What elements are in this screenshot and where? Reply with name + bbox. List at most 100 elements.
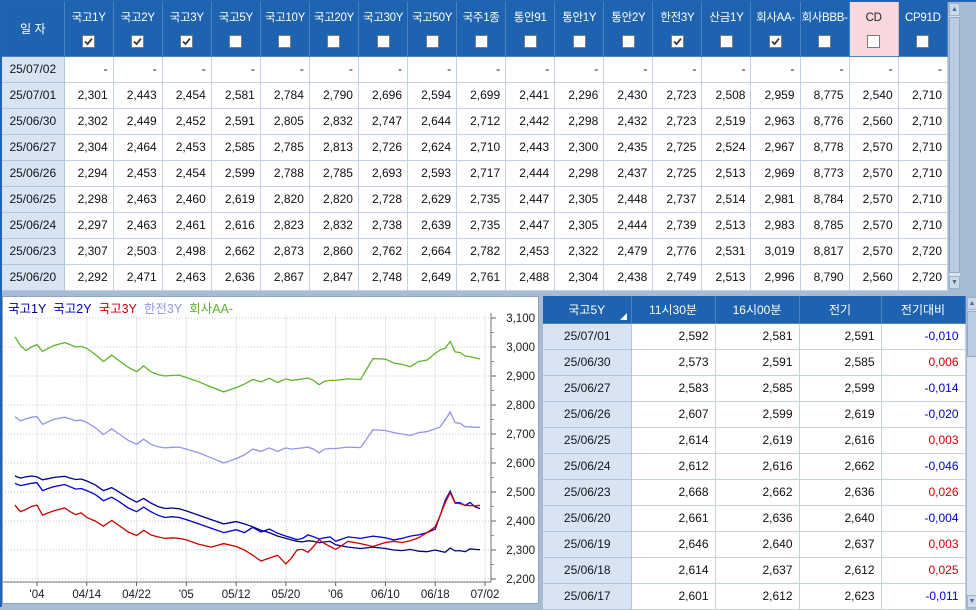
series-checkbox[interactable] — [818, 35, 831, 48]
rate-cell: 2,448 — [604, 186, 653, 212]
detail-column-header-4[interactable]: 전기 — [799, 296, 881, 323]
rate-cell: 2,447 — [506, 212, 555, 238]
rate-cell: - — [849, 56, 898, 82]
date-cell: 25/06/26 — [2, 160, 64, 186]
rate-cell: 2,453 — [162, 134, 211, 160]
detail-column-header-3[interactable]: 16시00분 — [715, 296, 799, 323]
series-checkbox[interactable] — [229, 35, 242, 48]
rate-cell: 2,570 — [849, 238, 898, 264]
rates-line-chart[interactable]: 3,1003,0002,9002,8002,7002,6002,5002,400… — [3, 313, 538, 603]
column-label: 국고5Y — [212, 4, 260, 30]
date-cell: 25/06/25 — [2, 186, 64, 212]
series-checkbox[interactable] — [524, 35, 537, 48]
detail-column-header-1[interactable]: 국고5Y — [543, 296, 631, 323]
rate-cell: 2,453 — [506, 238, 555, 264]
series-checkbox[interactable] — [573, 35, 586, 48]
date-cell: 25/06/19 — [543, 531, 631, 557]
table-row[interactable]: 25/06/172,6012,6122,623-0,011 — [543, 583, 965, 609]
rate-cell: 2,996 — [751, 264, 800, 290]
vertical-scrollbar[interactable]: ▲ ▼ — [948, 2, 961, 290]
rate-cell: 2,710 — [898, 160, 947, 186]
table-row[interactable]: 25/06/262,2942,4532,4542,5992,7882,7852,… — [2, 160, 948, 186]
rate-cell: 2,479 — [604, 238, 653, 264]
table-row[interactable]: 25/06/202,6612,6362,640-0,004 — [543, 505, 965, 531]
table-row[interactable]: 25/06/302,5732,5912,5850,006 — [543, 349, 965, 375]
table-row[interactable]: 25/06/252,6142,6192,6160,003 — [543, 427, 965, 453]
series-checkbox[interactable] — [475, 35, 488, 48]
rate-cell: 2,454 — [162, 82, 211, 108]
table-row[interactable]: 25/06/232,3072,5032,4982,6622,8732,8602,… — [2, 238, 948, 264]
table-row[interactable]: 25/06/182,6142,6372,6120,025 — [543, 557, 965, 583]
rate-cell: 2,307 — [64, 238, 113, 264]
table-row[interactable]: 25/06/262,6072,5992,619-0,020 — [543, 401, 965, 427]
rate-cell: 2,300 — [555, 134, 604, 160]
rate-1130-cell: 2,592 — [631, 323, 715, 349]
rate-cell: 2,488 — [506, 264, 555, 290]
rate-cell: - — [653, 56, 702, 82]
rate-cell: 8,790 — [800, 264, 849, 290]
series-checkbox[interactable] — [720, 35, 733, 48]
series-checkbox[interactable] — [180, 35, 193, 48]
table-row[interactable]: 25/06/242,6122,6162,662-0,046 — [543, 453, 965, 479]
rate-cell: - — [408, 56, 457, 82]
rate-cell: - — [211, 56, 260, 82]
rate-cell: 2,292 — [64, 264, 113, 290]
table-row[interactable]: 25/06/202,2922,4712,4632,6362,8672,8472,… — [2, 264, 948, 290]
table-row[interactable]: 25/07/02------------------ — [2, 56, 948, 82]
series-checkbox[interactable] — [278, 35, 291, 48]
rate-cell: 2,616 — [211, 212, 260, 238]
table-row[interactable]: 25/07/012,5922,5812,591-0,010 — [543, 323, 965, 349]
rate-cell: 2,720 — [898, 264, 947, 290]
date-cell: 25/06/25 — [543, 427, 631, 453]
table-row[interactable]: 25/06/252,2982,4632,4602,6192,8202,8202,… — [2, 186, 948, 212]
series-checkbox[interactable] — [916, 35, 929, 48]
rate-cell: 2,737 — [653, 186, 702, 212]
rate-cell: 8,817 — [800, 238, 849, 264]
table-row[interactable]: 25/06/272,3042,4642,4532,5852,7852,8132,… — [2, 134, 948, 160]
series-checkbox[interactable] — [327, 35, 340, 48]
rate-cell: - — [506, 56, 555, 82]
rate-cell: 2,696 — [358, 82, 407, 108]
prev-rate-cell: 2,585 — [799, 349, 881, 375]
series-checkbox[interactable] — [769, 35, 782, 48]
rate-cell: 2,454 — [162, 160, 211, 186]
series-checkbox[interactable] — [377, 35, 390, 48]
series-checkbox[interactable] — [622, 35, 635, 48]
table-row[interactable]: 25/06/302,3022,4492,4522,5912,8052,8322,… — [2, 108, 948, 134]
rate-cell: 2,735 — [457, 186, 506, 212]
series-checkbox[interactable] — [671, 35, 684, 48]
table-row[interactable]: 25/06/272,5832,5852,599-0,014 — [543, 375, 965, 401]
rate-cell: 2,720 — [898, 238, 947, 264]
table-row[interactable]: 25/07/012,3012,4432,4542,5812,7842,7902,… — [2, 82, 948, 108]
scroll-down-arrow[interactable]: ▼ — [967, 595, 976, 608]
series-checkbox[interactable] — [131, 35, 144, 48]
rate-1600-cell: 2,662 — [715, 479, 799, 505]
rate-cell: 2,717 — [457, 160, 506, 186]
scroll-up-arrow[interactable]: ▲ — [967, 297, 976, 310]
vertical-scrollbar[interactable]: ▲ ▼ — [966, 296, 976, 609]
rate-cell: - — [309, 56, 358, 82]
date-cell: 25/06/27 — [2, 134, 64, 160]
column-header-9: 국주1종 — [457, 2, 506, 56]
rate-cell: 2,649 — [408, 264, 457, 290]
series-checkbox[interactable] — [82, 35, 95, 48]
table-row[interactable]: 25/06/242,2972,4632,4612,6162,8232,8322,… — [2, 212, 948, 238]
scrollbar-thumb[interactable] — [949, 17, 960, 273]
y-axis-label: 3,100 — [506, 313, 535, 325]
column-header-8: 국고50Y — [408, 2, 457, 56]
y-axis-label: 2,300 — [506, 545, 535, 557]
table-row[interactable]: 25/06/232,6682,6622,6360,026 — [543, 479, 965, 505]
scrollbar-thumb[interactable] — [967, 311, 976, 357]
chart-legend: 국고1Y국고2Y국고3Y한전3Y회사AA- — [8, 298, 240, 314]
table-row[interactable]: 25/06/192,6462,6402,6370,003 — [543, 531, 965, 557]
series-checkbox[interactable] — [426, 35, 439, 48]
series-checkbox[interactable] — [867, 35, 880, 48]
rate-cell: 2,437 — [604, 160, 653, 186]
scroll-up-arrow[interactable]: ▲ — [949, 3, 960, 16]
detail-column-header-5[interactable]: 전기대비 — [881, 296, 965, 323]
rate-cell: - — [457, 56, 506, 82]
rate-1130-cell: 2,583 — [631, 375, 715, 401]
scroll-down-arrow[interactable]: ▼ — [949, 276, 960, 289]
rate-1130-cell: 2,607 — [631, 401, 715, 427]
detail-column-header-2[interactable]: 11시30분 — [631, 296, 715, 323]
